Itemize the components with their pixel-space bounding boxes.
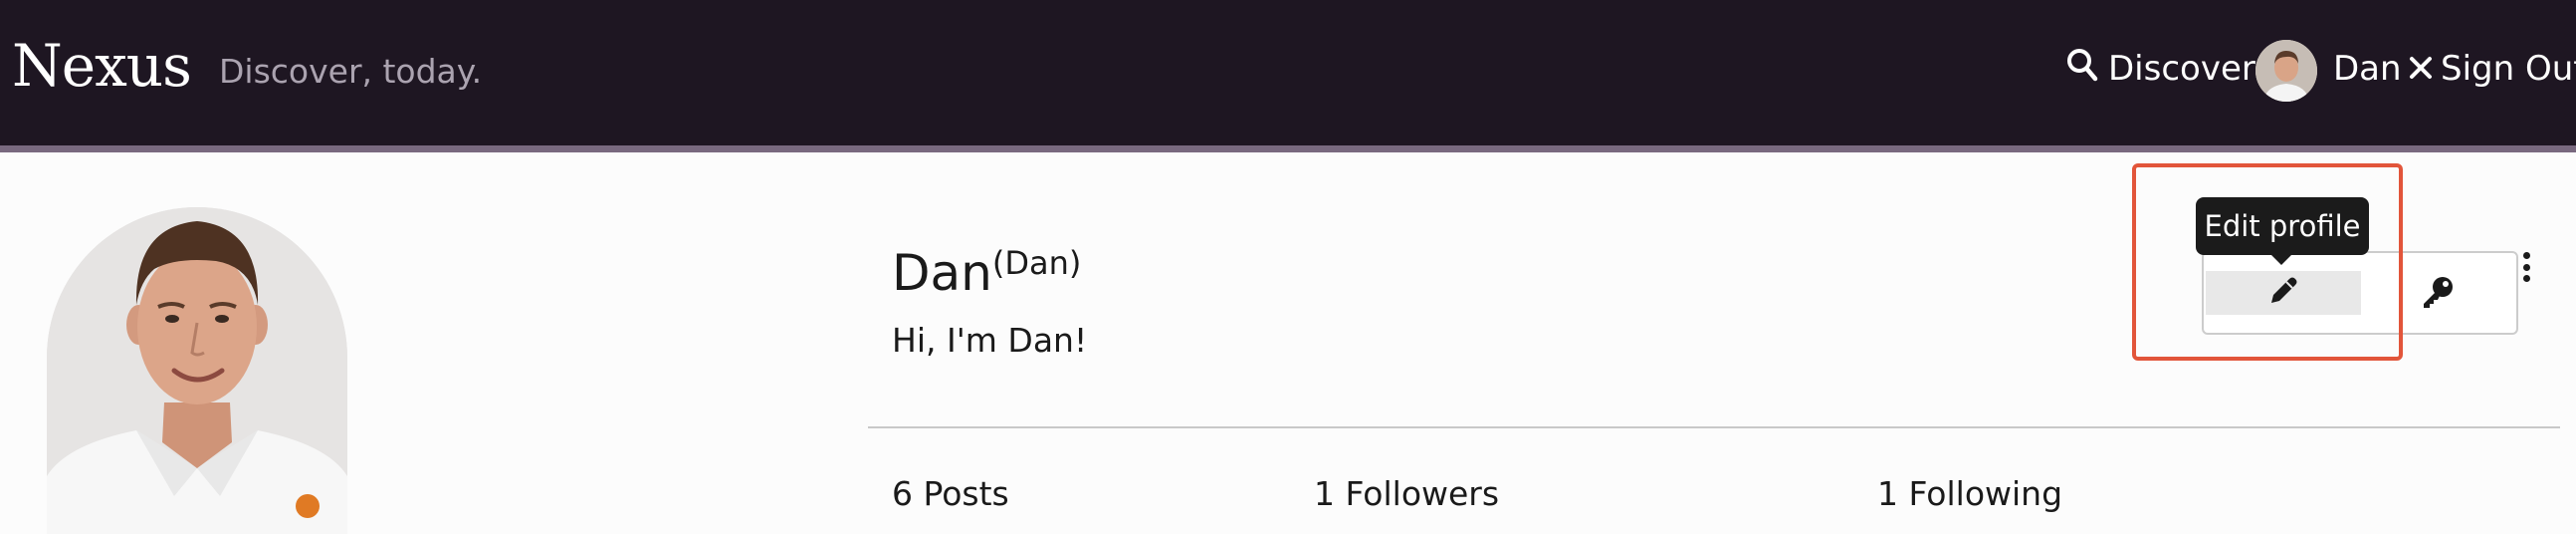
- brand-tagline: Discover, today.: [219, 52, 483, 91]
- more-dot: [2522, 263, 2530, 271]
- search-icon: [2066, 48, 2098, 91]
- discover-label: Discover: [2108, 49, 2255, 89]
- discover-link[interactable]: Discover: [2066, 44, 2255, 94]
- top-navbar: Nexus Discover, today. Discover Dan Sign: [0, 0, 2576, 145]
- key-icon: [2420, 274, 2456, 314]
- profile-bio: Hi, I'm Dan!: [892, 321, 1088, 360]
- profile-name: Dan(Dan): [892, 243, 1081, 309]
- nav-user-name[interactable]: Dan: [2333, 44, 2402, 94]
- more-dot: [2522, 252, 2530, 259]
- profile-avatar: [47, 207, 347, 534]
- posts-count[interactable]: 6 Posts: [892, 472, 1009, 516]
- signout-link[interactable]: Sign Out: [2409, 44, 2576, 94]
- more-dot: [2522, 275, 2530, 282]
- avatar[interactable]: [2255, 40, 2317, 102]
- profile-divider: [868, 426, 2560, 428]
- brand-logo[interactable]: Nexus: [12, 26, 192, 106]
- following-count[interactable]: 1 Following: [1877, 472, 2062, 516]
- tooltip-arrow: [2270, 254, 2292, 265]
- followers-count[interactable]: 1 Followers: [1314, 472, 1499, 516]
- change-password-button[interactable]: [2413, 269, 2463, 319]
- edit-profile-tooltip: Edit profile: [2196, 197, 2369, 255]
- pencil-icon: [2266, 274, 2300, 312]
- signout-label: Sign Out: [2441, 49, 2576, 89]
- profile-username: (Dan): [991, 244, 1082, 282]
- navbar-divider: [0, 145, 2576, 152]
- more-options-button[interactable]: [2514, 247, 2538, 287]
- profile-display-name: Dan: [892, 244, 992, 302]
- close-icon: [2409, 49, 2433, 89]
- edit-profile-button[interactable]: [2206, 271, 2361, 315]
